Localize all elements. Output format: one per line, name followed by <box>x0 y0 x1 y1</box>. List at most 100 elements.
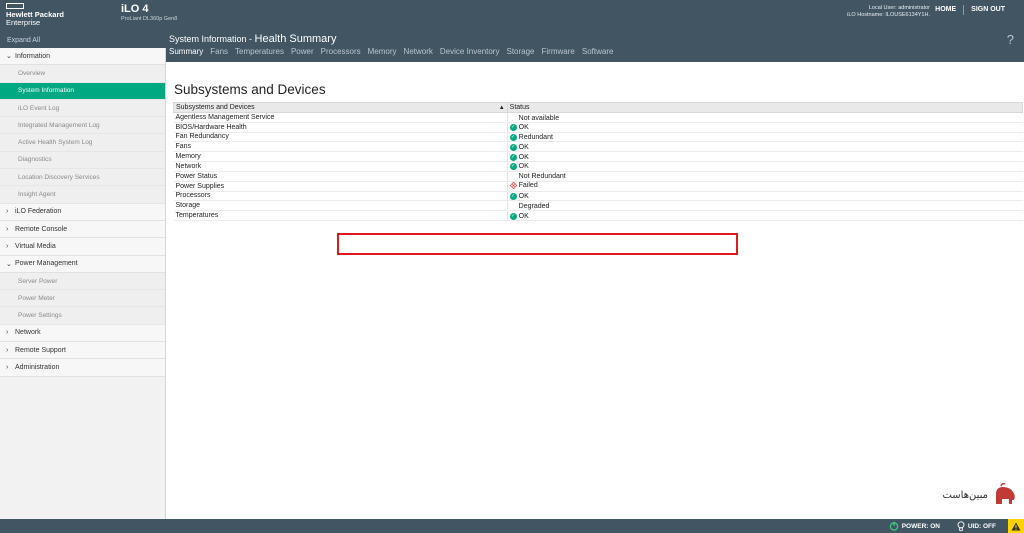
content-heading: Subsystems and Devices <box>174 82 326 97</box>
sidebar-section-administration[interactable]: › Administration <box>0 359 165 377</box>
sidebar-section-label: Virtual Media <box>15 242 56 250</box>
tab-fans[interactable]: Fans <box>210 47 228 56</box>
tab-network[interactable]: Network <box>404 47 433 56</box>
table-row[interactable]: BIOS/Hardware Health ✓ OK <box>173 122 1023 133</box>
table-row[interactable]: Power Supplies Failed <box>173 181 1023 192</box>
sidebar-section-ilo-federation[interactable]: › iLO Federation <box>0 203 165 221</box>
sidebar-section-remote-support[interactable]: › Remote Support <box>0 342 165 360</box>
hpe-logo: Hewlett Packard Enterprise <box>6 3 116 27</box>
page-title: System Information - Health Summary <box>169 32 620 46</box>
status-value: Degraded <box>510 203 550 210</box>
ok-check-icon: ✓ <box>509 153 517 161</box>
tab-firmware[interactable]: Firmware <box>542 47 575 56</box>
sidebar-item-integrated-management-log[interactable]: Integrated Management Log <box>0 117 165 135</box>
sidebar-item-location-discovery-services[interactable]: Location Discovery Services <box>0 169 165 187</box>
tab-bar: Summary Fans Temperatures Power Processo… <box>169 47 620 56</box>
sign-out-link[interactable]: SIGN OUT <box>964 6 1012 15</box>
status-value: Not Redundant <box>510 173 566 180</box>
page-title-section: System Information <box>169 34 247 44</box>
table-row[interactable]: Memory ✓ OK <box>173 151 1023 162</box>
status-bar: POWER: ON UID: OFF <box>0 519 1024 533</box>
table-row[interactable]: Fans ✓ OK <box>173 141 1023 153</box>
sidebar-section-label: Information <box>15 52 51 60</box>
session-info: Local User: administrator iLO Hostname: … <box>847 5 930 19</box>
sort-ascending-icon[interactable]: ▲ <box>499 105 505 111</box>
tab-temperatures[interactable]: Temperatures <box>235 47 284 56</box>
subsystem-name-cell: Power Supplies <box>173 181 508 192</box>
status-label: Redundant <box>518 133 553 141</box>
column-header-subsystems[interactable]: Subsystems and Devices ▲ <box>173 102 508 113</box>
status-label: Failed <box>518 181 538 189</box>
subsystem-name-cell: BIOS/Hardware Health <box>173 122 508 133</box>
sidebar-section-virtual-media[interactable]: › Virtual Media <box>0 238 165 256</box>
chevron-down-icon: ⌄ <box>6 260 12 268</box>
sidebar-item-system-information[interactable]: System Information <box>0 82 165 100</box>
chevron-right-icon: › <box>6 346 9 354</box>
table-row[interactable]: Network ✓ OK <box>173 161 1023 172</box>
tab-summary[interactable]: Summary <box>169 47 203 56</box>
table-row[interactable]: Power Status Not Redundant <box>173 171 1023 182</box>
ok-check-icon: ✓ <box>509 163 517 171</box>
subsystem-name-cell: Agentless Management Service <box>173 112 508 123</box>
subsystem-name-cell: Processors <box>173 191 508 202</box>
tab-processors[interactable]: Processors <box>321 47 361 56</box>
tab-storage[interactable]: Storage <box>506 47 534 56</box>
status-cell: Not Redundant <box>507 171 1023 182</box>
ok-check-icon: ✓ <box>509 143 517 151</box>
sidebar-item-insight-agent[interactable]: Insight Agent <box>0 186 165 204</box>
top-header: Hewlett Packard Enterprise iLO 4 ProLian… <box>0 0 1024 32</box>
sidebar-item-power-settings[interactable]: Power Settings <box>0 307 165 325</box>
alert-warning-icon[interactable] <box>1008 519 1024 533</box>
table-row[interactable]: Fan Redundancy ✓ Redundant <box>173 132 1023 143</box>
tab-memory[interactable]: Memory <box>368 47 397 56</box>
column-header-status[interactable]: Status <box>506 102 1024 113</box>
sidebar-section-label: Administration <box>15 363 60 371</box>
top-links: HOME SIGN OUT <box>928 5 1012 15</box>
sidebar-section-power-management[interactable]: ⌄ Power Management <box>0 255 165 273</box>
power-icon <box>889 521 898 531</box>
status-value: ✓ Redundant <box>509 133 553 141</box>
ok-check-icon: ✓ <box>509 133 517 141</box>
hpe-logo-mark <box>6 3 24 9</box>
tab-device-inventory[interactable]: Device Inventory <box>440 47 500 56</box>
tab-software[interactable]: Software <box>582 47 614 56</box>
sidebar-item-power-meter[interactable]: Power Meter <box>0 290 165 308</box>
status-cell: Degraded <box>507 200 1023 212</box>
home-link[interactable]: HOME <box>928 6 963 15</box>
sidebar-section-information[interactable]: ⌄ Information <box>0 48 165 66</box>
page-header: System Information - Health Summary Summ… <box>169 32 620 56</box>
status-cell: ✓ OK <box>507 122 1023 133</box>
expand-all-link[interactable]: Expand All <box>7 37 40 44</box>
status-cell: ✓ Redundant <box>507 132 1023 143</box>
power-status[interactable]: POWER: ON <box>889 521 940 531</box>
status-cell: ✓ OK <box>507 141 1023 153</box>
ok-check-icon: ✓ <box>509 192 517 200</box>
status-label: OK <box>518 124 529 132</box>
status-label: OK <box>518 153 529 161</box>
help-icon[interactable]: ? <box>1007 32 1014 47</box>
sidebar-item-overview[interactable]: Overview <box>0 65 165 83</box>
sidebar-section-remote-console[interactable]: › Remote Console <box>0 220 165 239</box>
table-header-row: Subsystems and Devices ▲ Status <box>173 102 1024 113</box>
tab-power[interactable]: Power <box>291 47 314 56</box>
sidebar: ⌄ Information Overview System Informatio… <box>0 48 166 519</box>
ilo-hostname: iLO Hostname: ILOUSE6134Y1H. <box>847 12 930 18</box>
status-cell: ✓ OK <box>507 151 1023 162</box>
sidebar-item-ilo-event-log[interactable]: iLO Event Log <box>0 99 165 118</box>
status-label: Degraded <box>518 203 550 211</box>
status-value: ✓ OK <box>509 163 529 171</box>
status-value: ✓ OK <box>509 153 529 161</box>
chevron-right-icon: › <box>6 329 9 337</box>
table-row[interactable]: Temperatures ✓ OK <box>173 210 1023 221</box>
main-content: Subsystems and Devices Subsystems and De… <box>166 62 1024 519</box>
status-cell: Failed <box>507 181 1023 192</box>
sidebar-item-server-power[interactable]: Server Power <box>0 272 165 291</box>
sidebar-item-diagnostics[interactable]: Diagnostics <box>0 151 165 170</box>
table-row[interactable]: Processors ✓ OK <box>173 191 1023 202</box>
status-value: Failed <box>509 181 538 189</box>
sidebar-item-active-health-system-log[interactable]: Active Health System Log <box>0 134 165 152</box>
table-row[interactable]: Storage Degraded <box>173 200 1023 212</box>
uid-status[interactable]: UID: OFF <box>957 521 996 531</box>
sidebar-section-network[interactable]: › Network <box>0 324 165 343</box>
table-row[interactable]: Agentless Management Service Not availabl… <box>173 112 1023 123</box>
